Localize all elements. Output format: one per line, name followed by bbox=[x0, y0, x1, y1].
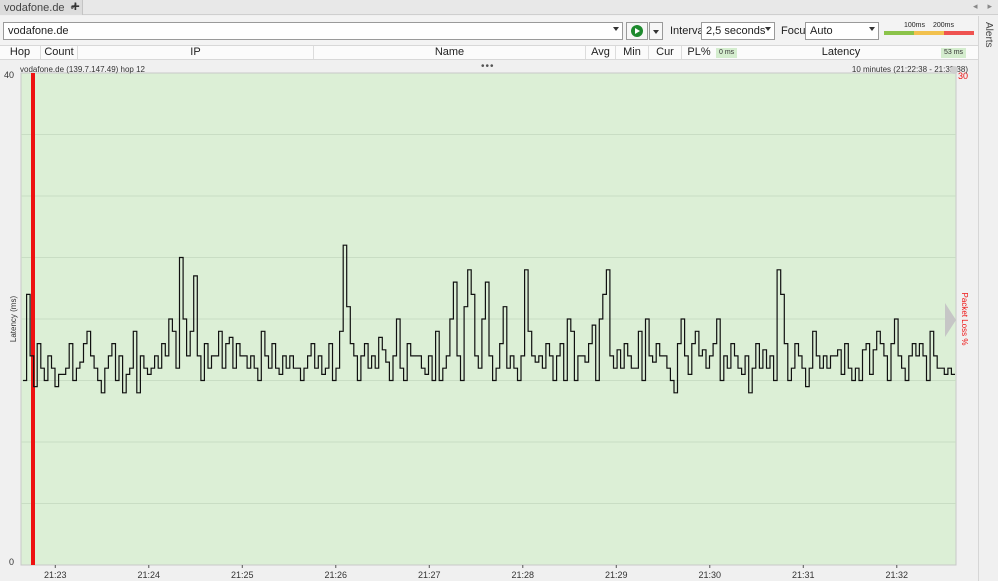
x-tick-label: 21:25 bbox=[231, 570, 254, 580]
col-avg[interactable]: Avg bbox=[586, 46, 616, 59]
focus-value: Auto bbox=[810, 25, 833, 37]
col-min[interactable]: Min bbox=[616, 46, 649, 59]
target-value: vodafone.de bbox=[8, 25, 69, 37]
col-latency[interactable]: Latency bbox=[745, 46, 937, 59]
y-axis-title: Latency (ms) bbox=[9, 296, 18, 343]
x-tick-label: 21:28 bbox=[512, 570, 535, 580]
latency-chart: 40 0 30 Latency (ms) Packet Loss % 21:23 21:24… bbox=[0, 60, 978, 581]
hop-table-header: Hop Count IP Name Avg Min Cur PL% 0 ms L… bbox=[0, 45, 978, 60]
x-tick-label: 21:27 bbox=[418, 570, 441, 580]
play-button[interactable] bbox=[626, 22, 648, 40]
x-tick-label: 21:32 bbox=[886, 570, 909, 580]
alerts-label: Alerts bbox=[983, 22, 994, 48]
new-tab-button[interactable]: + bbox=[71, 0, 80, 15]
chevron-down-icon bbox=[869, 27, 875, 31]
packet-loss-marker bbox=[31, 73, 35, 565]
toolbar: vodafone.de Interval 2,5 seconds Focus A… bbox=[0, 16, 978, 45]
x-tick-label: 21:29 bbox=[605, 570, 628, 580]
col-name[interactable]: Name bbox=[314, 46, 586, 59]
x-tick-label: 21:26 bbox=[325, 570, 348, 580]
latency-scale-pill: 53 ms bbox=[941, 48, 967, 58]
y-axis-min-label: 0 bbox=[9, 557, 14, 567]
scale-200-label: 200ms bbox=[933, 22, 955, 29]
col-cur[interactable]: Cur bbox=[649, 46, 682, 59]
x-tick-label: 21:23 bbox=[44, 570, 67, 580]
col-count[interactable]: Count bbox=[41, 46, 78, 59]
scroll-right-icon[interactable]: ▸ bbox=[987, 1, 992, 12]
scroll-left-icon[interactable]: ◂ bbox=[973, 1, 978, 12]
tab-title: vodafone.de bbox=[4, 1, 65, 14]
focus-select[interactable]: Auto bbox=[805, 22, 879, 40]
collapse-graph-button[interactable] bbox=[950, 66, 958, 74]
y2-axis-title: Packet Loss % bbox=[960, 293, 969, 346]
tab-scroll-arrows: ◂ ▸ bbox=[973, 1, 992, 12]
pl-scale-pill: 0 ms bbox=[716, 48, 738, 58]
alerts-panel-toggle[interactable]: Alerts bbox=[978, 16, 998, 581]
tab-strip: vodafone.de ✔ + ◂ ▸ bbox=[0, 0, 998, 15]
interval-value: 2,5 seconds bbox=[706, 25, 766, 37]
col-pl[interactable]: PL% bbox=[682, 46, 716, 59]
chevron-down-icon bbox=[765, 27, 771, 31]
scale-bar bbox=[884, 31, 974, 35]
x-tick-label: 21:24 bbox=[138, 570, 161, 580]
play-icon bbox=[631, 25, 643, 37]
x-tick-label: 21:30 bbox=[699, 570, 722, 580]
graph-target-info: vodafone.de (139.7.147.49) hop 12 bbox=[20, 65, 145, 74]
col-ip[interactable]: IP bbox=[78, 46, 314, 59]
interval-select[interactable]: 2,5 seconds bbox=[701, 22, 775, 40]
target-combobox[interactable]: vodafone.de bbox=[3, 22, 623, 40]
chevron-down-icon bbox=[613, 27, 619, 31]
chart-svg: 40030Latency (ms) Packet Loss %21:23 21:24… bbox=[4, 70, 969, 580]
y-axis-max-label: 40 bbox=[4, 70, 14, 80]
x-tick-label: 21:31 bbox=[792, 570, 815, 580]
col-hop[interactable]: Hop bbox=[0, 46, 41, 59]
scale-100-label: 100ms bbox=[904, 22, 926, 29]
play-options-button[interactable] bbox=[649, 22, 663, 40]
